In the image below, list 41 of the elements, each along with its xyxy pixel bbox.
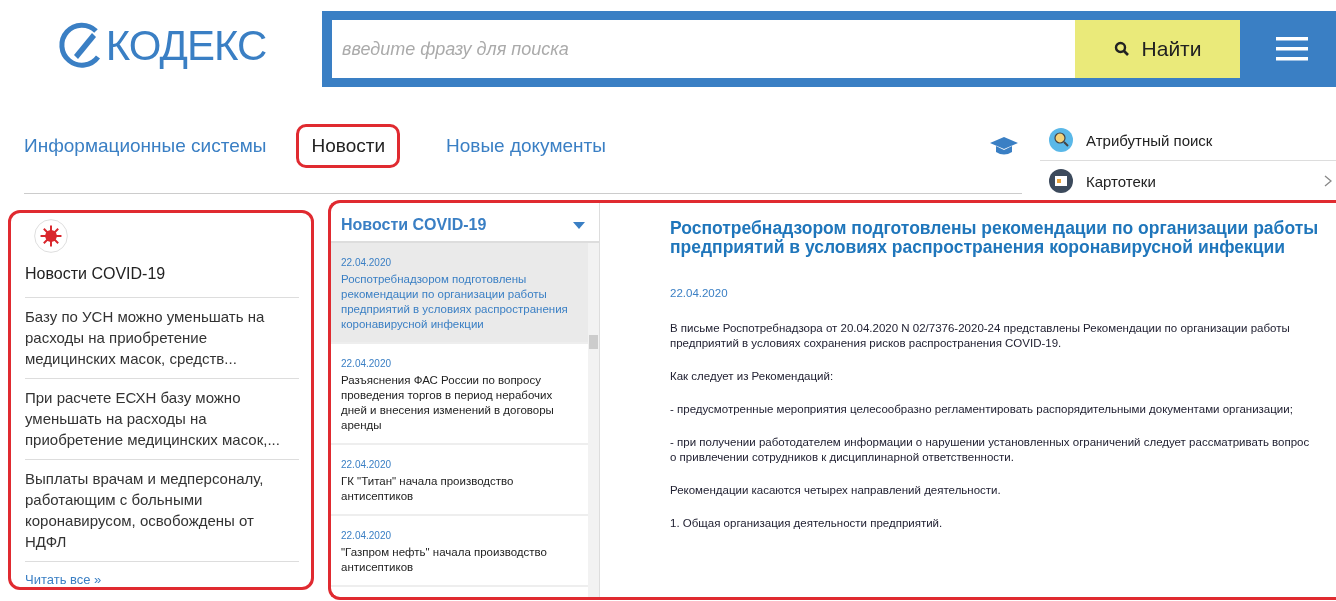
side-link[interactable]: Картотеки [1040,161,1336,201]
read-all-link[interactable]: Читать все » [25,562,299,587]
article-paragraph: - при получении работодателем информации о нарушении установленных ограничений следует рассматривать вопрос о привлечении сотрудников к дисциплинарной ответственности. [670,435,1311,465]
side-link-label: Картотеки [1086,172,1156,190]
news-link[interactable]: При расчете ЕСХН базу можно уменьшать на расходы на приобретение медицинских масок,... [25,379,299,460]
search-button[interactable]: Найти [1075,20,1240,78]
nav-tab[interactable]: Новости [296,123,401,168]
person-search-icon [1048,127,1074,153]
article-paragraph: Рекомендации касаются четырех направлений деятельности. [670,483,1002,498]
search-field[interactable]: введите фразу для поиска [332,20,1075,78]
article-paragraph: Как следует из Рекомендаций: [670,369,835,384]
side-link-label: Атрибутный поиск [1086,131,1213,149]
panel-title: Новости COVID-19 [25,253,299,298]
article-paragraph: В письме Роспотребнадзора от 20.04.2020 N 02/7376-2020-24 представлены Рекомендации по организации работы предприятий в условиях сохранения рисков распространения COVID-19. [670,321,1291,351]
article-paragraph: - предусмотренные мероприятия целесообразно регламентировать распорядительными документами организации; [670,402,1294,417]
news-link[interactable]: Базу по УСН можно уменьшать на расходы на приобретение медицинских масок, средств... [25,298,299,379]
news-date: 22.04.2020 [341,358,393,369]
news-date: 22.04.2020 [341,257,393,268]
news-list-item[interactable]: 22.04.2020 Роспотребнадзором подготовлены рекомендации по организации работы предприятий в условиях распространения коронавирусной инфекции [331,243,588,344]
news-date: 22.04.2020 [341,459,393,470]
chevron-right-icon [1324,175,1332,187]
graduation-cap-icon[interactable] [990,134,1018,157]
news-date: 22.04.2020 [341,530,393,541]
news-headline: "Газпром нефть" начала производство антисептиков [341,545,548,575]
article-paragraph: 1. Общая организация деятельности предприятий. [670,516,944,531]
side-link[interactable]: Атрибутный поиск [1040,120,1336,161]
logo-text: КОДЕКС [105,22,267,70]
scrollbar[interactable] [588,243,599,597]
article-date: 22.04.2020 [670,287,729,299]
dropdown-caret-icon[interactable] [573,221,585,229]
news-headline: ГК "Титан" начала производство антисептиков [341,474,515,504]
nav-tab[interactable]: Информационные системы [24,126,279,165]
news-headline: Роспотребнадзором подготовлены рекомендации по организации работы предприятий в условиях распространения коронавирусной инфекции [341,272,569,332]
card-file-icon [1048,168,1074,194]
nav-tab[interactable]: Новые документы [434,126,618,165]
menu-icon[interactable] [1276,36,1308,62]
search-icon [1113,41,1130,57]
article-title: Роспотребнадзором подготовлены рекомендации по организации работы предприятий в условиях распространения коронавирусной инфекции [670,219,1320,257]
news-headline: Разъяснения ФАС России по вопросу проведения торгов в период нерабочих дней и внесения изменений в договоры аренды [341,373,555,433]
news-list-title: Новости COVID-19 [341,216,487,234]
news-link[interactable]: Выплаты врачам и медперсоналу, работающим с больными коронавирусом, освобождены от НДФЛ [25,460,299,562]
